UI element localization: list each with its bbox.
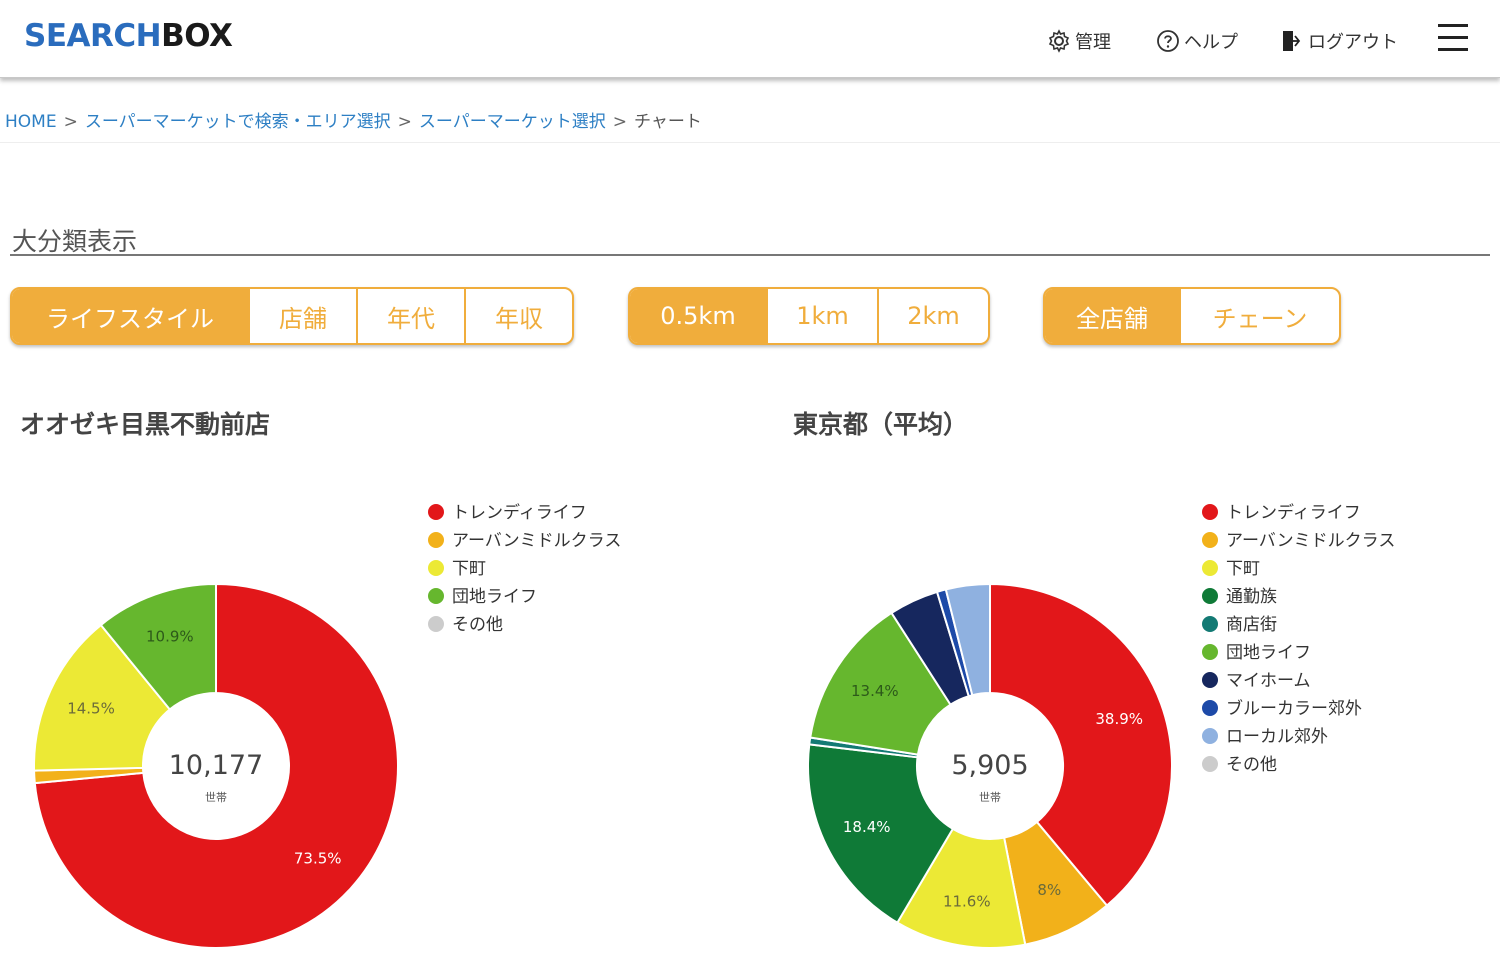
center-unit-label: 世帯 [979,791,1001,804]
legend-swatch [1202,560,1218,576]
legend-label[interactable]: アーバンミドルクラス [452,531,621,551]
slice-percent-label: 38.9% [1095,710,1143,728]
legend-swatch [1202,532,1218,548]
legend-swatch [1202,672,1218,688]
legend-label[interactable]: 団地ライフ [1226,643,1311,663]
legend-label[interactable]: ブルーカラー郊外 [1226,698,1362,719]
legend-swatch [428,616,444,632]
legend-swatch [1202,644,1218,660]
legend-label[interactable]: その他 [452,615,503,635]
legend-swatch [1202,756,1218,772]
legend-label[interactable]: 下町 [1226,559,1260,579]
legend-label[interactable]: 商店街 [1226,615,1277,635]
slice-percent-label: 8% [1037,881,1061,899]
legend-label[interactable]: その他 [1226,755,1277,775]
legend-swatch [428,588,444,604]
slice-percent-label: 14.5% [67,700,115,718]
legend-swatch [1202,728,1218,744]
slice-percent-label: 13.4% [851,682,899,700]
donut-charts: 73.5% 14.5% 10.9% 10,177 世帯 トレンディライフアーバンミドルクラ… [33,502,1395,949]
legend-swatch [428,532,444,548]
slice-percent-label: 10.9% [146,627,194,645]
legend-label[interactable]: 団地ライフ [452,587,537,607]
legend-label[interactable]: マイホーム [1226,671,1311,691]
legend-swatch [428,504,444,520]
legend-swatch [1202,616,1218,632]
slice-percent-label: 11.6% [943,893,991,911]
slice-percent-label: 18.4% [843,818,891,836]
donut-chart-1: 38.9% 8% 11.6% 18.4% 13.4% 5,905 世帯 トレンディライフアーバ… [807,502,1395,949]
center-total-value: 5,905 [951,750,1028,781]
legend-swatch [1202,588,1218,604]
center-unit-label: 世帯 [205,791,227,804]
legend-label[interactable]: 通勤族 [1226,587,1277,607]
legend-swatch [1202,504,1218,520]
legend-label[interactable]: 下町 [452,559,486,579]
donut-chart-0: 73.5% 14.5% 10.9% 10,177 世帯 トレンディライフアーバンミドルクラ… [33,502,621,949]
legend-label[interactable]: トレンディライフ [1226,502,1361,523]
slice-percent-label: 73.5% [294,850,342,868]
legend-label[interactable]: ローカル郊外 [1226,727,1328,747]
center-total-value: 10,177 [169,750,263,781]
legend-swatch [1202,700,1218,716]
legend-label[interactable]: トレンディライフ [452,502,587,523]
legend-label[interactable]: アーバンミドルクラス [1226,531,1395,551]
legend-swatch [428,560,444,576]
